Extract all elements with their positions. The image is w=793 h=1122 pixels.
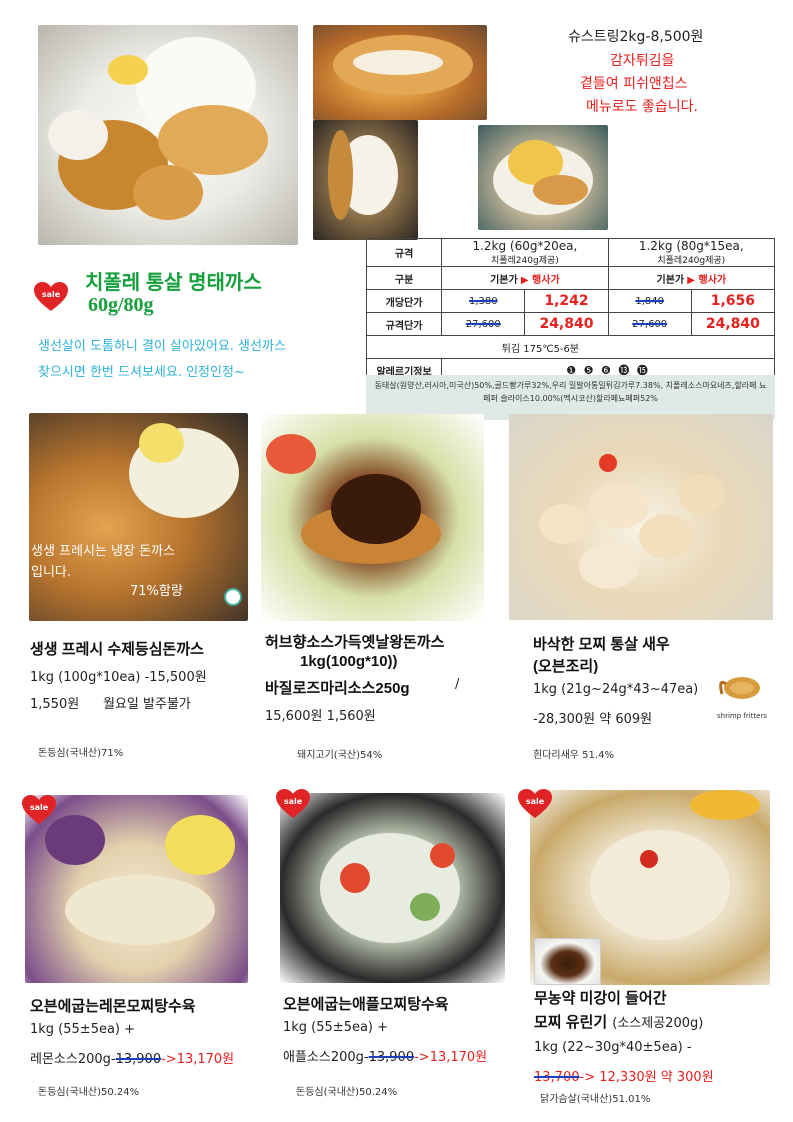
product-4-sauce: 레몬소스200g- [30, 1052, 116, 1067]
product-2-origin: 돼지고기(국산)54% [297, 750, 383, 761]
product-5-price-old: 13,900 [368, 1050, 415, 1065]
product-2-price: 15,600원 1,560원 [265, 709, 376, 724]
mochi-shrimp-photo [509, 414, 773, 620]
product-1-spec: 1kg (100g*10ea) -15,500원 [30, 670, 207, 685]
a-spec-new: 24,840 [524, 312, 609, 336]
product-5-sauce: 애플소스200g- [283, 1050, 369, 1065]
product-6-name-2: 모찌 유린기 [534, 1014, 608, 1031]
featured-size: 60g/80g [88, 294, 154, 316]
b-spec-old: 27,600 [607, 312, 692, 336]
a-spec-old: 27,600 [441, 312, 526, 336]
spec-label: 규격 [365, 238, 443, 267]
b-unit-old: 1,840 [607, 289, 692, 313]
spec-col-b: 1.2kg (80g*15ea, 치폴레240g제공) [607, 238, 776, 267]
product-3-origin: 흰다리새우 51.4% [533, 750, 614, 761]
sale-label: sale [29, 803, 49, 812]
product-4-price-old: 13,900 [115, 1052, 162, 1067]
kind-a-base: 기본가 [490, 274, 518, 286]
cutlet-overlay-3: 71%함량 [130, 584, 183, 599]
spec-a-title: 1.2kg (60g*20ea, [472, 239, 578, 253]
product-1-note: 월요일 발주불가 [103, 697, 191, 712]
product-6-price-line: 13,700-> 12,330원 약 300원 [534, 1066, 714, 1085]
product-6-price-old: 13,700 [534, 1070, 580, 1085]
fry-note: 튀김 175℃5-6분 [441, 335, 775, 359]
product-6-spec: 1kg (22~30g*40±5ea) - [534, 1040, 692, 1055]
shrimp-icon [719, 677, 760, 699]
sauce-dish-photo [534, 938, 601, 985]
product-4-spec: 1kg (55±5ea) + [30, 1022, 136, 1037]
apple-mochi-pork-photo [280, 793, 505, 983]
product-3-name-1: 바삭한 모찌 통살 새우 [533, 636, 670, 653]
product-4-price-line: 레몬소스200g-13,900->13,170원 [30, 1048, 234, 1067]
sale-label: sale [41, 290, 61, 299]
kind-a-event: ▶ 행사가 [520, 274, 560, 286]
product-5-spec: 1kg (55±5ea) + [283, 1020, 389, 1035]
product-3-name-2: (오븐조리) [533, 658, 599, 675]
lemon-mochi-pork-photo [25, 795, 248, 983]
product-5-price-new: ->13,170원 [414, 1050, 488, 1065]
fries-note-3: 메뉴로도 좋습니다. [586, 99, 698, 115]
b-unit-new: 1,656 [690, 289, 776, 313]
featured-desc-2: 찾으시면 한번 드셔보세요. 인정인정~ [38, 365, 245, 380]
spec-b-title: 1.2kg (80g*15ea, [638, 239, 744, 253]
featured-title: 치폴레 통살 명태까스 [85, 272, 262, 294]
king-cutlet-photo [261, 414, 484, 621]
sale-heart-badge-6: sale [518, 789, 552, 819]
product-6-name-2-line: 모찌 유린기 (소스제공200g) [534, 1011, 703, 1032]
product-3-spec: 1kg (21g~24g*43~47ea) [533, 682, 699, 697]
cutlet-overlay-1: 생생 프레시는 냉장 돈까스 [31, 544, 175, 559]
product-5-origin: 돈등심(국내산)50.24% [296, 1087, 398, 1098]
product-2-slash: / [455, 677, 460, 692]
shrimp-fritters-logo: shrimp fritters [712, 668, 772, 723]
product-1-price: 1,550원 [30, 697, 80, 712]
fish-cross-section-photo [313, 120, 418, 240]
fish-cutlet-rice-photo [38, 25, 298, 245]
product-6-origin: 닭가슴살(국내산)51.01% [540, 1094, 651, 1105]
product-1-origin: 돈등심(국내산)71% [38, 748, 124, 759]
kind-b-base: 기본가 [656, 274, 685, 286]
product-5-price-line: 애플소스200g-13,900->13,170원 [283, 1046, 487, 1065]
product-1-name: 생생 프레시 수제등심돈까스 [30, 641, 204, 658]
spec-b-sub: 치폴레240g제공) [657, 256, 726, 266]
product-4-price-new: ->13,170원 [161, 1052, 235, 1067]
cutlet-overlay-2: 입니다. [31, 565, 72, 580]
featured-desc-1: 생선살이 도톰하니 결이 살아있어요. 생선까스 [38, 339, 286, 354]
product-3-price: -28,300원 약 609원 [533, 712, 653, 727]
product-6-name-1: 무농약 미강이 들어간 [534, 990, 667, 1007]
sale-heart-badge: sale [34, 282, 68, 312]
spec-col-a: 1.2kg (60g*20ea, 치폴레240g제공) [441, 238, 609, 267]
product-6-name-2-small: (소스제공200g) [612, 1016, 704, 1031]
kind-label: 구분 [365, 266, 443, 290]
product-2-name-2: 1kg(100g*10)) [300, 653, 398, 670]
kind-b-event: ▶ 행사가 [687, 274, 727, 286]
product-6-price-new: -> 12,330원 약 300원 [579, 1070, 714, 1085]
sale-heart-badge-4: sale [22, 795, 56, 825]
kind-b: 기본가 ▶ 행사가 [607, 266, 776, 290]
spec-price-label: 규격단가 [365, 312, 443, 336]
fish-fillet-closeup-photo [313, 25, 487, 120]
sale-label: sale [525, 797, 545, 806]
sale-label: sale [283, 797, 303, 806]
strips-note: 슈스트링2kg-8,500원 [568, 29, 704, 45]
product-5-name: 오븐에굽는애플모찌탕수육 [283, 996, 449, 1013]
product-2-name-3: 바질로즈마리소스250g [265, 680, 410, 697]
price-table: 규격 1.2kg (60g*20ea, 치폴레240g제공) 1.2kg (80… [365, 238, 776, 382]
sale-heart-badge-5: sale [276, 789, 310, 819]
product-4-origin: 돈등심(국내산)50.24% [38, 1087, 140, 1098]
product-4-name: 오븐에굽는레몬모찌탕수육 [30, 998, 196, 1015]
shrimp-logo-text: shrimp fritters [716, 712, 767, 720]
product-2-name-1: 허브향소스가득옛날왕돈까스 [265, 634, 445, 651]
fries-note-2: 곁들여 피쉬앤칩스 [580, 76, 688, 92]
a-unit-new: 1,242 [524, 289, 609, 313]
b-spec-new: 24,840 [690, 312, 776, 336]
unit-label: 개당단가 [365, 289, 443, 313]
fish-and-chips-photo [478, 125, 608, 230]
kind-a: 기본가 ▶ 행사가 [441, 266, 609, 290]
spec-a-sub: 치폴레240g제공) [490, 256, 559, 266]
a-unit-old: 1,380 [441, 289, 526, 313]
fries-note-1: 감자튀김을 [610, 53, 675, 69]
